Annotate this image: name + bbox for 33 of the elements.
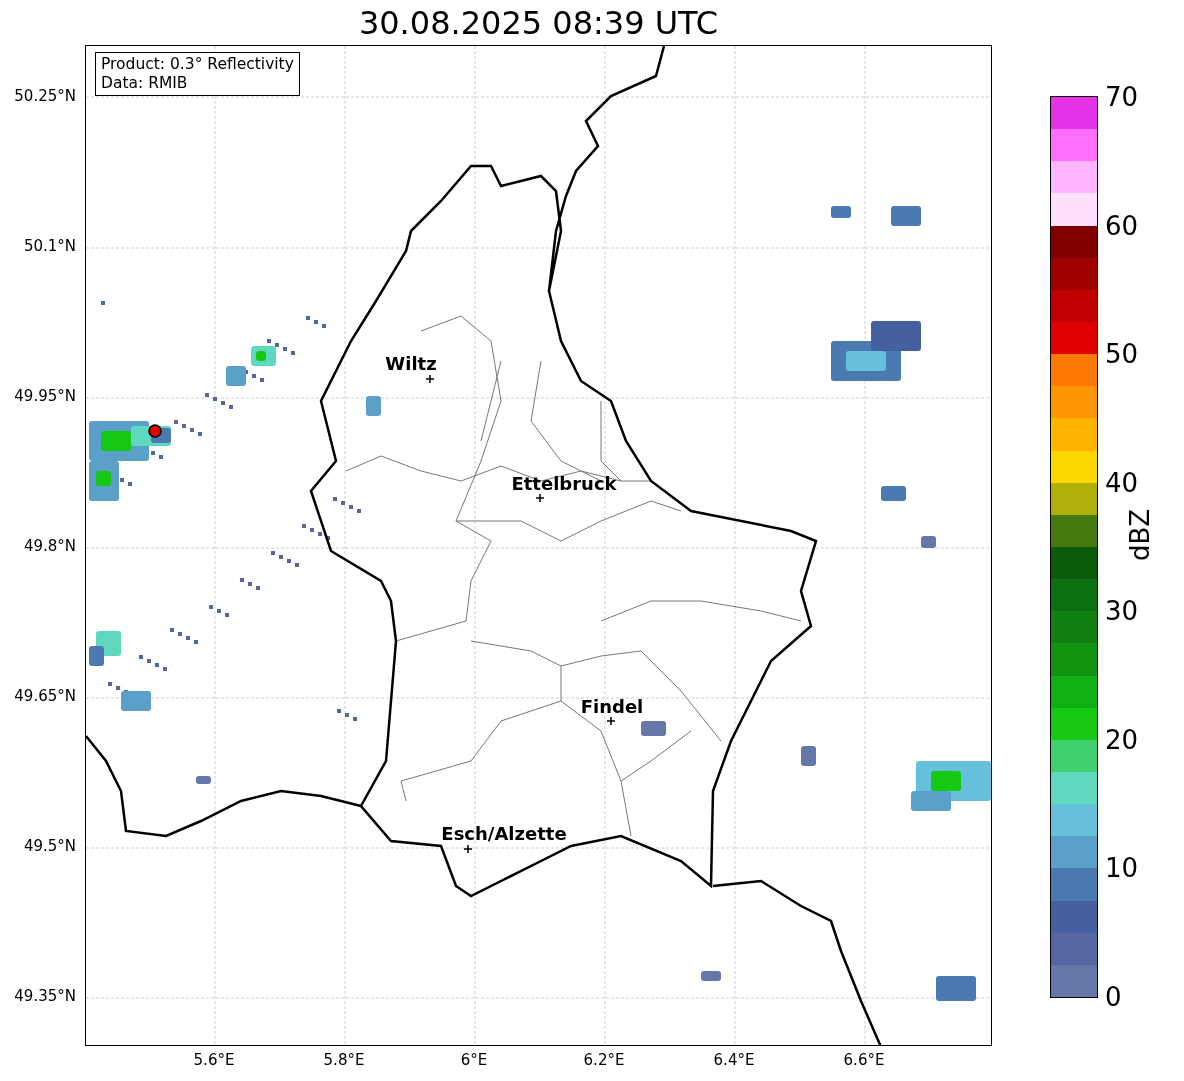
colorbar-tick-label: 0 [1105, 982, 1122, 1012]
city-label: Esch/Alzette [441, 822, 567, 844]
longitude-label: 5.8°E [323, 1051, 365, 1069]
colorbar-tick-label: 60 [1105, 210, 1139, 241]
latitude-label: 49.35°N [14, 987, 76, 1005]
city-marker-icon [536, 494, 544, 502]
latitude-label: 50.1°N [23, 237, 76, 255]
colorbar-tick-label: 40 [1105, 467, 1139, 498]
city-label: Wiltz [385, 352, 437, 374]
city-label: Ettelbruck [511, 472, 617, 494]
latitude-label: 50.25°N [14, 87, 76, 105]
longitude-label: 6.4°E [713, 1051, 755, 1069]
info-text: Data: RMIB [101, 74, 189, 93]
latitude-label: 49.65°N [14, 687, 76, 705]
latitude-label: 49.95°N [14, 387, 76, 405]
colorbar-tick-label: 10 [1105, 853, 1139, 884]
longitude-label: 6.6°E [843, 1051, 885, 1069]
colorbar-tick-label: 50 [1105, 339, 1139, 370]
longitude-label: 6°E [460, 1051, 488, 1069]
info-text: Product: 0.3° Reflectivity [101, 55, 294, 74]
city-marker-icon [607, 717, 615, 725]
city-label: Findel [580, 695, 644, 717]
latitude-label: 49.5°N [23, 837, 76, 855]
chart-title: 30.08.2025 08:39 UTC [357, 4, 720, 43]
longitude-label: 5.6°E [193, 1051, 235, 1069]
latitude-label: 49.8°N [23, 537, 76, 555]
longitude-label: 6.2°E [583, 1051, 625, 1069]
city-marker-icon [426, 375, 434, 383]
colorbar-tick-label: 70 [1105, 82, 1139, 112]
city-marker-icon [464, 845, 472, 853]
colorbar-tick-label: 30 [1105, 596, 1139, 627]
colorbar-label: dBZ [1125, 508, 1155, 562]
colorbar-tick-label: 20 [1105, 724, 1139, 755]
